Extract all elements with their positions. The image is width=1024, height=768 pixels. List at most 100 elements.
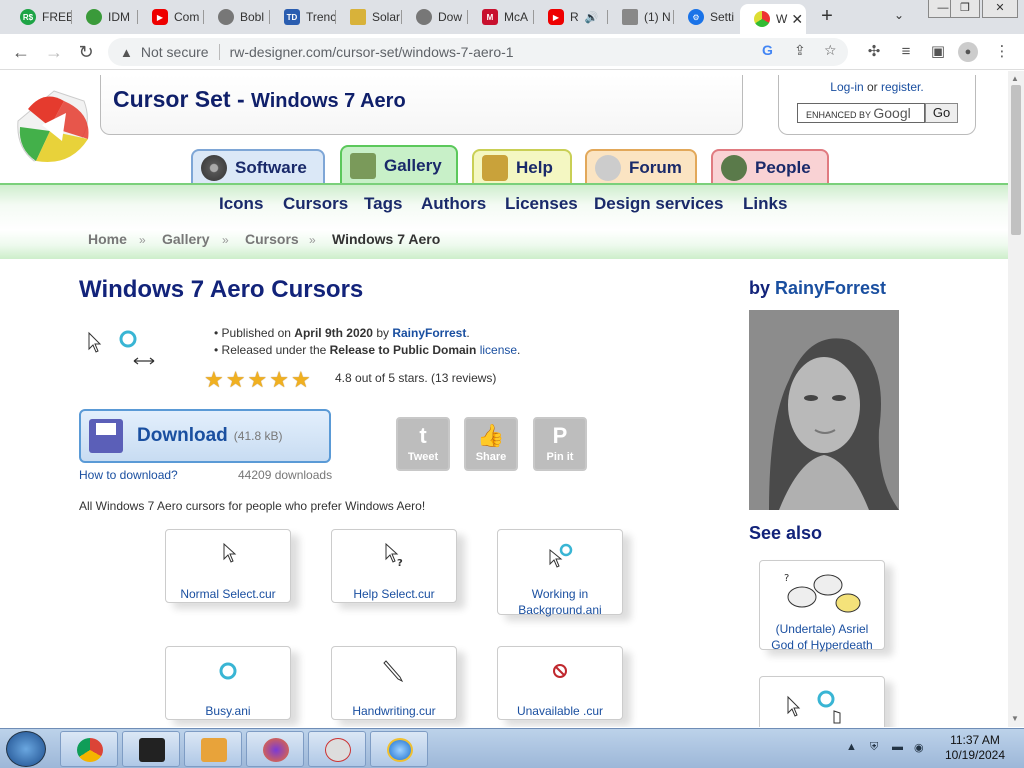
forward-arrow-icon[interactable]: → <box>42 40 66 64</box>
cursor-card[interactable]: Working in Background.ani <box>497 529 623 617</box>
cursor-card[interactable]: Handwriting.cur <box>331 646 457 720</box>
pinterest-button[interactable]: P Pin it <box>533 417 587 471</box>
profile-avatar-icon[interactable]: ● <box>958 42 978 62</box>
taskbar-app[interactable] <box>122 731 180 767</box>
subnav-cursors[interactable]: Cursors <box>283 194 348 214</box>
subnav-licenses[interactable]: Licenses <box>505 194 578 214</box>
tab-software[interactable]: Software <box>191 149 325 184</box>
extensions-puzzle-icon[interactable]: ✣ <box>864 42 884 62</box>
back-arrow-icon[interactable]: ← <box>9 40 33 64</box>
media-control-icon[interactable]: ≡ <box>896 42 916 62</box>
warning-triangle-icon[interactable]: ▲ <box>120 45 133 60</box>
cursor-card[interactable]: Busy.ani <box>165 646 291 720</box>
site-title-sub: Windows 7 Aero <box>251 90 406 112</box>
related-set-card[interactable] <box>759 676 885 727</box>
taskbar-internet-explorer[interactable] <box>370 731 428 767</box>
browser-tab[interactable]: TD Trenc <box>270 4 336 30</box>
related-set-card[interactable]: ? (Undertale) Asriel God of Hyperdeath <box>759 560 885 652</box>
cursor-name: Help Select.cur <box>353 587 435 601</box>
browser-tab-active[interactable]: W ✕ <box>740 4 806 34</box>
bookmark-star-icon[interactable]: ☆ <box>824 42 837 59</box>
breadcrumb-current: Windows 7 Aero <box>332 231 441 247</box>
scroll-up-icon[interactable]: ▲ <box>1011 74 1019 83</box>
breadcrumb-gallery[interactable]: Gallery <box>162 231 209 247</box>
search-go-button[interactable]: Go <box>925 103 958 123</box>
breadcrumb-home[interactable]: Home <box>88 231 127 247</box>
tweet-button[interactable]: t Tweet <box>396 417 450 471</box>
tab-label: People <box>755 157 811 177</box>
google-lens-icon[interactable]: G <box>762 42 773 58</box>
cursor-card[interactable]: ? Help Select.cur <box>331 529 457 603</box>
side-panel-icon[interactable]: ▣ <box>928 42 948 62</box>
taskbar-media-player[interactable] <box>184 731 242 767</box>
subnav-icons[interactable]: Icons <box>219 194 263 214</box>
tab-help[interactable]: Help <box>472 149 572 184</box>
volume-icon[interactable]: ◉ <box>914 741 924 754</box>
clock-date: 10/19/2024 <box>944 748 1006 762</box>
security-status[interactable]: Not secure <box>141 44 209 60</box>
login-link[interactable]: Log-in <box>830 80 863 94</box>
browser-tab[interactable]: Bobl <box>204 4 270 30</box>
speaker-icon[interactable]: 🔊 <box>585 11 599 24</box>
star-icon[interactable]: ★ <box>269 367 289 393</box>
register-link[interactable]: register. <box>881 80 924 94</box>
subnav-design-services[interactable]: Design services <box>594 194 723 214</box>
author-avatar[interactable] <box>749 310 899 510</box>
start-button[interactable] <box>6 731 46 767</box>
close-tab-icon[interactable]: ✕ <box>787 11 806 28</box>
network-icon[interactable]: ▬ <box>892 741 903 753</box>
cursor-card[interactable]: Normal Select.cur <box>165 529 291 603</box>
menu-kebab-icon[interactable]: ⋮ <box>992 42 1012 62</box>
taskbar-chrome[interactable] <box>60 731 118 767</box>
breadcrumb-cursors[interactable]: Cursors <box>245 231 299 247</box>
author-link[interactable]: RainyForrest <box>392 326 466 340</box>
reload-icon[interactable]: ↻ <box>74 40 98 64</box>
taskbar-firefox[interactable] <box>246 731 304 767</box>
subnav-tags[interactable]: Tags <box>364 194 402 214</box>
download-button[interactable]: Download (41.8 kB) <box>79 409 331 463</box>
facebook-share-button[interactable]: 👍 Share <box>464 417 518 471</box>
security-shield-icon[interactable]: ⛨ <box>870 741 878 754</box>
tab-search-chevron-icon[interactable]: ⌄ <box>894 8 904 22</box>
close-window-button[interactable]: ✕ <box>982 0 1018 18</box>
tab-gallery[interactable]: Gallery <box>340 145 458 185</box>
restore-button[interactable]: ❐ <box>950 0 980 18</box>
scrollbar-thumb[interactable] <box>1011 85 1021 235</box>
tray-expand-icon[interactable]: ▲ <box>846 741 857 753</box>
how-to-download-link[interactable]: How to download? <box>79 468 178 482</box>
browser-tab[interactable]: Solar <box>336 4 402 30</box>
system-clock[interactable]: 11:37 AM 10/19/2024 <box>940 733 1010 763</box>
browser-tab[interactable]: IDM <box>72 4 138 30</box>
cursor-card[interactable]: Unavailable .cur <box>497 646 623 720</box>
browser-tab[interactable]: ▶ R 🔊 <box>534 4 608 30</box>
star-icon[interactable]: ★ <box>204 367 224 393</box>
url-text[interactable]: rw-designer.com/cursor-set/windows-7-aer… <box>230 44 514 60</box>
cursor-set-preview[interactable] <box>86 327 166 372</box>
star-icon[interactable]: ★ <box>226 367 246 393</box>
browser-tab[interactable]: ⚙ Setti <box>674 4 740 30</box>
browser-tab[interactable]: Dow <box>402 4 468 30</box>
page-scrollbar[interactable]: ▲ ▼ <box>1008 71 1024 727</box>
tab-people[interactable]: People <box>711 149 829 184</box>
subnav-links[interactable]: Links <box>743 194 787 214</box>
new-tab-button[interactable]: + <box>816 6 838 28</box>
internet-explorer-icon <box>387 738 413 762</box>
star-icon[interactable]: ★ <box>247 367 267 393</box>
svg-text:?: ? <box>397 558 403 568</box>
scroll-down-icon[interactable]: ▼ <box>1011 714 1019 723</box>
share-icon[interactable]: ⇪ <box>794 42 806 59</box>
rw-designer-logo[interactable] <box>14 87 96 167</box>
address-bar[interactable]: ▲ Not secure rw-designer.com/cursor-set/… <box>108 38 848 66</box>
license-link[interactable]: license <box>480 343 517 357</box>
browser-tab[interactable]: R$ FREE <box>6 4 72 30</box>
taskbar-snipping-tool[interactable] <box>308 731 366 767</box>
browser-tab[interactable]: (1) N <box>608 4 674 30</box>
rating-stars[interactable]: ★ ★ ★ ★ ★ <box>204 367 311 393</box>
browser-tab[interactable]: ▶ Com <box>138 4 204 30</box>
sidebar-author-link[interactable]: RainyForrest <box>775 278 886 298</box>
browser-tab[interactable]: M McA <box>468 4 534 30</box>
tab-forum[interactable]: Forum <box>585 149 697 184</box>
subnav-authors[interactable]: Authors <box>421 194 486 214</box>
star-icon[interactable]: ★ <box>291 367 311 393</box>
search-input[interactable]: ENHANCED BY Googl <box>797 103 925 123</box>
